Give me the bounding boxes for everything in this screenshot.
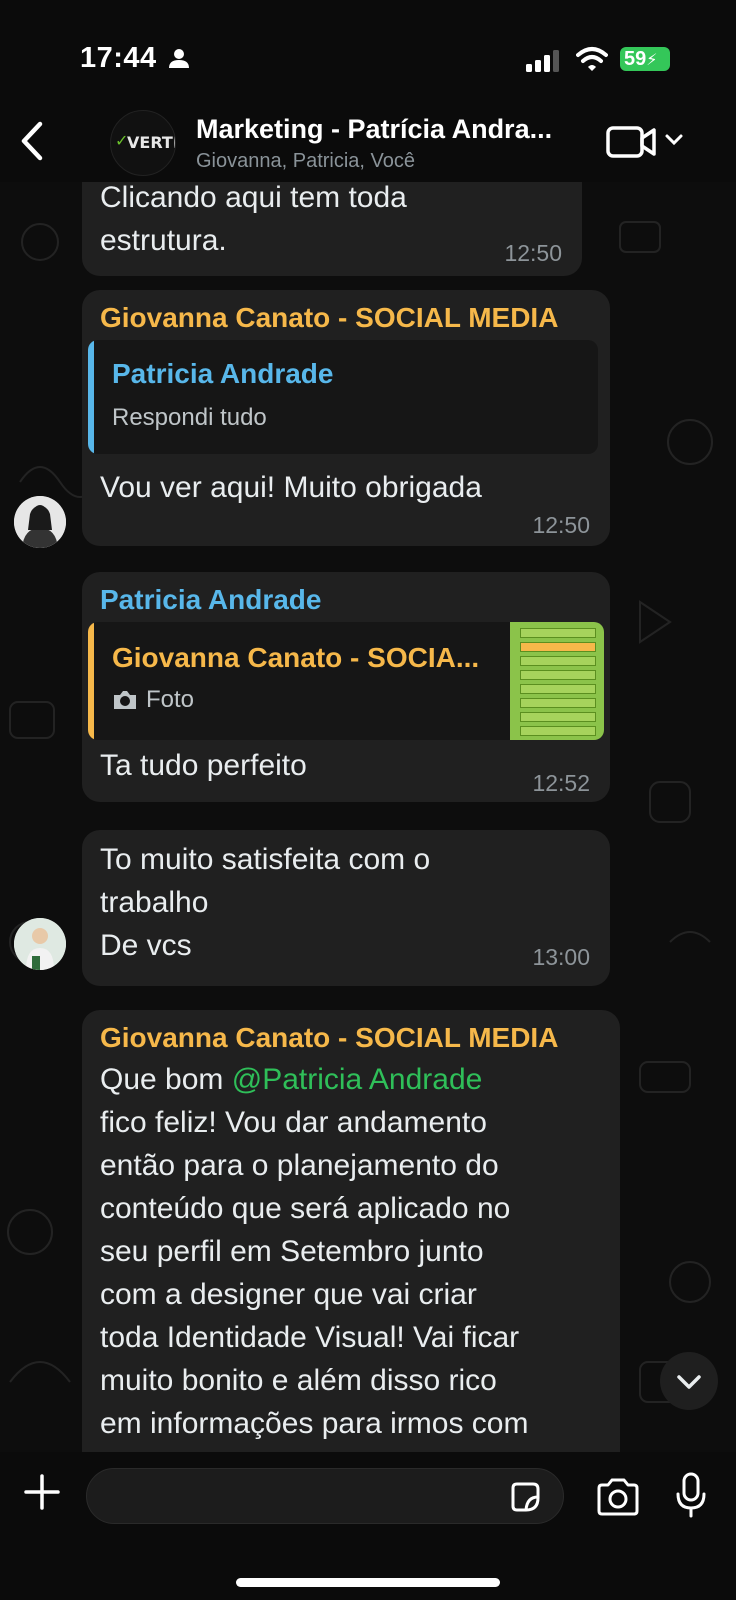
chevron-down-icon[interactable] — [664, 130, 684, 150]
message-bubble[interactable]: Clicando aqui tem toda estrutura. 12:50 — [82, 182, 582, 276]
camera-small-icon — [114, 691, 136, 709]
battery-indicator: 59⚡ — [620, 47, 670, 71]
message-line: To muito satisfeita com o — [100, 843, 431, 876]
quote-accent-bar — [88, 622, 94, 740]
group-title[interactable]: Marketing - Patrícia Andra... — [196, 114, 552, 145]
status-bar: 17:44 59⚡ — [0, 0, 736, 110]
message-line: então para o planejamento do — [100, 1149, 499, 1182]
home-indicator — [236, 1578, 500, 1587]
quoted-text: Respondi tudo — [112, 404, 267, 431]
message-time: 13:00 — [532, 944, 590, 970]
wifi-icon — [576, 47, 608, 71]
message-time: 12:50 — [504, 240, 562, 266]
message-bubble[interactable]: Giovanna Canato - SOCIAL MEDIA Que bom @… — [82, 1010, 620, 1452]
message-bubble[interactable]: Patricia Andrade Giovanna Canato - SOCIA… — [82, 572, 610, 802]
message-line: Clicando aqui tem toda — [100, 182, 407, 214]
message-line: conteúdo que será aplicado no — [100, 1192, 511, 1225]
message-text-prefix: Que bom — [100, 1063, 232, 1096]
scroll-to-bottom-button[interactable] — [660, 1352, 718, 1410]
message-text: Ta tudo perfeito — [100, 749, 307, 782]
charging-bolt-icon: ⚡ — [646, 52, 658, 69]
camera-button[interactable] — [596, 1478, 640, 1516]
message-line: Que bom @Patricia Andrade — [100, 1058, 610, 1101]
message-line: fico feliz! Vou dar andamento — [100, 1106, 487, 1139]
message-sender[interactable]: Patricia Andrade — [100, 584, 321, 616]
group-avatar-logo: VERTI — [127, 133, 176, 152]
attach-plus-button[interactable] — [22, 1472, 62, 1512]
message-text: Vou ver aqui! Muito obrigada — [100, 471, 482, 504]
quoted-sender: Giovanna Canato - SOCIA... — [112, 642, 480, 673]
message-time: 12:50 — [532, 512, 590, 538]
cellular-signal-icon — [526, 50, 559, 72]
sender-avatar[interactable] — [14, 918, 66, 970]
quoted-reply[interactable]: Giovanna Canato - SOCIA... Foto — [88, 622, 604, 740]
sticker-button[interactable] — [508, 1480, 542, 1514]
avatar-photo — [14, 918, 66, 970]
mention-link[interactable]: @Patricia Andrade — [232, 1063, 483, 1096]
quoted-media-label: Foto — [112, 686, 194, 714]
back-button[interactable] — [14, 116, 50, 166]
sender-avatar[interactable] — [14, 496, 66, 548]
message-sender[interactable]: Giovanna Canato - SOCIAL MEDIA — [100, 1022, 558, 1054]
group-members[interactable]: Giovanna, Patricia, Você — [196, 150, 415, 173]
video-call-button[interactable] — [606, 124, 658, 160]
message-line: em informações para irmos com — [100, 1407, 529, 1440]
status-time: 17:44 — [80, 42, 157, 74]
message-line: estrutura. — [100, 224, 227, 257]
chat-header: ✓ VERTI Marketing - Patrícia Andra... Gi… — [0, 100, 736, 182]
message-line: toda Identidade Visual! Vai ficar — [100, 1321, 520, 1354]
message-input[interactable] — [86, 1468, 564, 1524]
quoted-photo-thumbnail — [510, 622, 604, 740]
message-sender[interactable]: Giovanna Canato - SOCIAL MEDIA — [100, 302, 558, 334]
person-icon — [169, 49, 189, 68]
message-line: com a designer que vai criar — [100, 1278, 477, 1311]
message-line: trabalho — [100, 886, 209, 919]
message-bubble[interactable]: Giovanna Canato - SOCIAL MEDIA Patricia … — [82, 290, 610, 546]
quoted-text: Foto — [146, 686, 195, 713]
quoted-sender: Patricia Andrade — [112, 358, 334, 389]
message-time: 12:52 — [532, 770, 590, 796]
message-line: muito bonito e além disso rico — [100, 1364, 497, 1397]
message-line: seu perfil em Setembro junto — [100, 1235, 484, 1268]
chevron-down-icon — [677, 1375, 701, 1389]
compose-bar — [0, 1452, 736, 1600]
message-bubble[interactable]: To muito satisfeita com o trabalho De vc… — [82, 830, 610, 986]
quote-accent-bar — [88, 340, 94, 454]
quoted-reply[interactable]: Patricia Andrade Respondi tudo — [88, 340, 598, 454]
group-avatar[interactable]: ✓ VERTI — [110, 110, 176, 176]
message-line: De vcs — [100, 929, 192, 962]
battery-level: 59 — [624, 48, 647, 70]
microphone-button[interactable] — [676, 1472, 706, 1518]
avatar-photo — [14, 496, 66, 548]
chat-messages-area[interactable]: Clicando aqui tem toda estrutura. 12:50 … — [0, 182, 736, 1452]
